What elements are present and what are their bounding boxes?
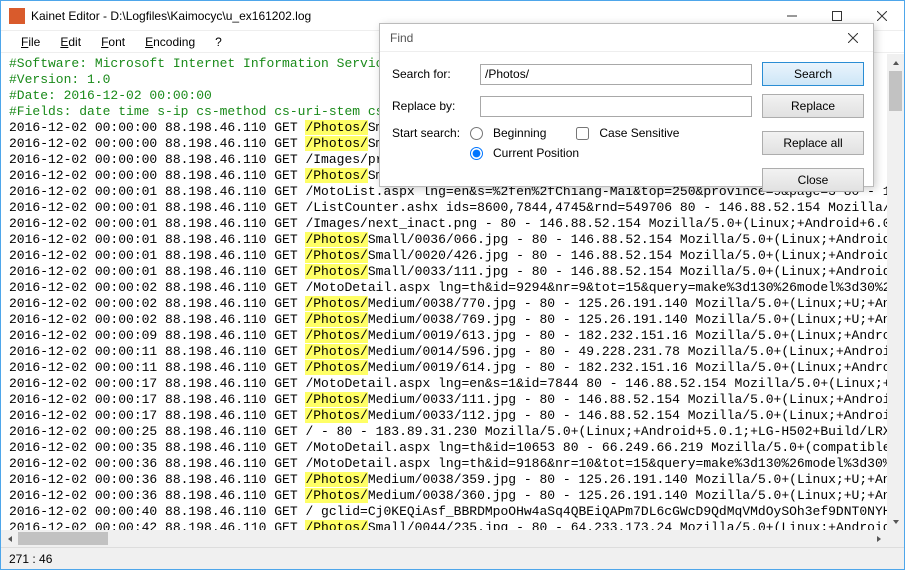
start-search-label: Start search: [392,126,470,140]
beginning-radio-input[interactable] [470,127,483,140]
scroll-right-arrow[interactable] [870,530,887,547]
replace-by-label: Replace by: [392,99,470,113]
scroll-up-arrow[interactable] [887,54,904,71]
case-sensitive-input[interactable] [576,127,589,140]
app-icon [9,8,25,24]
find-dialog-title: Find [390,31,833,45]
current-position-radio[interactable]: Current Position [470,146,579,160]
menu-file[interactable]: File [13,33,48,51]
vertical-scrollbar[interactable] [887,54,904,530]
menu-edit[interactable]: Edit [52,33,89,51]
vscroll-track[interactable] [887,71,904,513]
find-dialog-close-button[interactable] [833,24,873,51]
find-dialog-body: Search for: Search Replace by: Replace S… [380,52,873,198]
scroll-corner [887,530,904,547]
find-dialog-titlebar: Find [380,24,873,52]
minimize-icon [787,11,797,21]
close-icon [877,11,887,21]
replace-all-button[interactable]: Replace all [762,131,864,155]
search-button[interactable]: Search [762,62,864,86]
scroll-left-arrow[interactable] [1,530,18,547]
horizontal-scrollbar[interactable] [1,530,887,547]
case-sensitive-checkbox[interactable]: Case Sensitive [576,126,679,140]
current-position-radio-input[interactable] [470,147,483,160]
close-icon [848,33,858,43]
menu-font[interactable]: Font [93,33,133,51]
status-bar: 271 : 46 [1,547,904,569]
replace-button[interactable]: Replace [762,94,864,118]
menu-help[interactable]: ? [207,33,230,51]
scroll-down-arrow[interactable] [887,513,904,530]
hscroll-track[interactable] [18,530,870,547]
vscroll-thumb[interactable] [889,71,902,111]
hscroll-thumb[interactable] [18,532,108,545]
maximize-icon [832,11,842,21]
search-for-input[interactable] [480,64,752,85]
beginning-radio[interactable]: Beginning [470,126,546,140]
search-for-label: Search for: [392,67,470,81]
window-title: Kainet Editor - D:\Logfiles\Kaimocyc\u_e… [31,9,769,23]
replace-by-input[interactable] [480,96,752,117]
menu-encoding[interactable]: Encoding [137,33,203,51]
close-dialog-button[interactable]: Close [762,168,864,192]
cursor-position: 271 : 46 [9,552,52,566]
find-dialog: Find Search for: Search Replace by: Repl… [379,23,874,187]
